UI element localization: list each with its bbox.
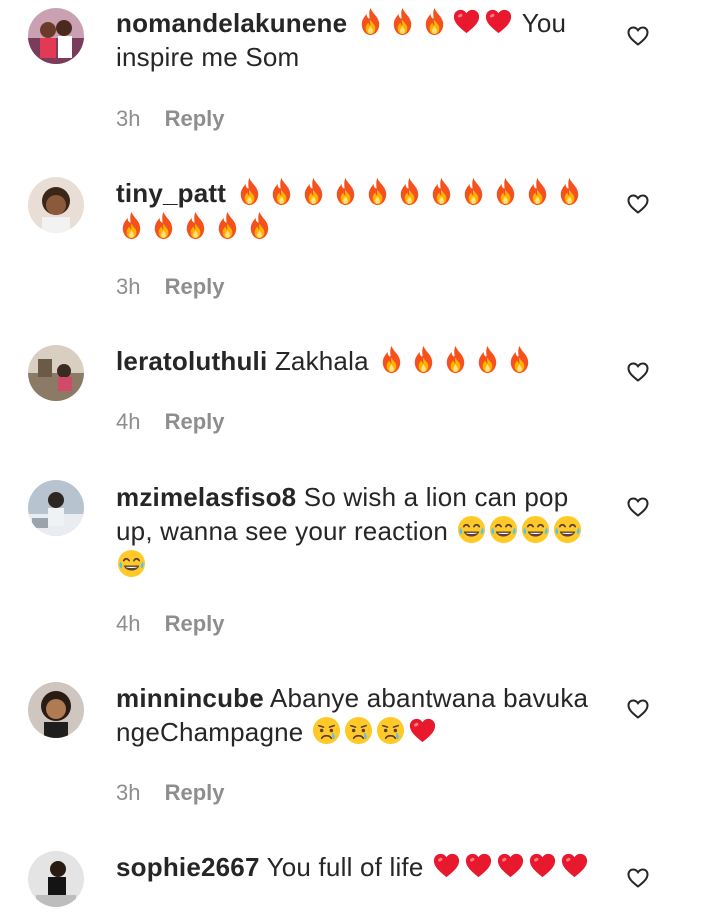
fire-emoji-icon (116, 210, 147, 241)
heart-emoji-icon (463, 850, 494, 881)
heart-emoji-icon (451, 6, 482, 37)
heart-outline-icon[interactable] (626, 24, 650, 48)
avatar[interactable] (28, 8, 84, 64)
reply-button[interactable]: Reply (165, 106, 225, 131)
comment-time: 4h (116, 409, 141, 434)
heart-outline-icon[interactable] (626, 697, 650, 721)
comment-username[interactable]: sophie2667 (116, 852, 260, 882)
avatar[interactable] (28, 682, 84, 738)
fire-emoji-icon (180, 210, 211, 241)
comment-body: mzimelasfiso8 So wish a lion can pop up,… (116, 480, 596, 582)
fire-emoji-icon (330, 176, 361, 207)
comment-body: leratoluthuli Zakhala (116, 344, 596, 378)
fire-emoji-icon (408, 344, 439, 375)
comment-meta: 3h Reply (116, 780, 225, 806)
comment-time: 3h (116, 274, 141, 299)
laugh-emoji-icon (456, 514, 487, 545)
avatar[interactable] (28, 480, 84, 536)
laugh-emoji-icon (552, 514, 583, 545)
comment-username[interactable]: minnincube (116, 683, 264, 713)
fire-emoji-icon (490, 176, 521, 207)
fire-emoji-icon (298, 176, 329, 207)
reply-button[interactable]: Reply (165, 409, 225, 434)
comment-time: 3h (116, 106, 141, 131)
fire-emoji-icon (440, 344, 471, 375)
heart-outline-icon[interactable] (626, 360, 650, 384)
comment-body: sophie2667 You full of life (116, 850, 596, 884)
comment-meta: 4h Reply (116, 409, 225, 435)
comment-username[interactable]: mzimelasfiso8 (116, 482, 296, 512)
cry-emoji-icon (375, 715, 406, 746)
comment-username[interactable]: leratoluthuli (116, 346, 267, 376)
comment-emojis (355, 6, 515, 38)
comment-body: minnincube Abanye abantwana bavuka ngeCh… (116, 681, 596, 749)
comment-meta: 3h Reply (116, 274, 225, 300)
heart-outline-icon[interactable] (626, 866, 650, 890)
fire-emoji-icon (244, 210, 275, 241)
fire-emoji-icon (458, 176, 489, 207)
comment-username[interactable]: tiny_patt (116, 178, 226, 208)
fire-emoji-icon (212, 210, 243, 241)
laugh-emoji-icon (116, 548, 147, 579)
comment-time: 3h (116, 780, 141, 805)
cry-emoji-icon (343, 715, 374, 746)
heart-outline-icon[interactable] (626, 192, 650, 216)
comment-body: tiny_patt (116, 176, 596, 244)
fire-emoji-icon (355, 6, 386, 37)
fire-emoji-icon (376, 344, 407, 375)
heart-outline-icon[interactable] (626, 495, 650, 519)
avatar[interactable] (28, 345, 84, 401)
heart-emoji-icon (431, 850, 462, 881)
laugh-emoji-icon (520, 514, 551, 545)
avatar[interactable] (28, 851, 84, 907)
fire-emoji-icon (554, 176, 585, 207)
fire-emoji-icon (394, 176, 425, 207)
reply-button[interactable]: Reply (165, 274, 225, 299)
reply-button[interactable]: Reply (165, 780, 225, 805)
comment-text: Zakhala (274, 346, 369, 376)
laugh-emoji-icon (488, 514, 519, 545)
heart-emoji-icon (483, 6, 514, 37)
fire-emoji-icon (148, 210, 179, 241)
heart-emoji-icon (527, 850, 558, 881)
fire-emoji-icon (472, 344, 503, 375)
comment-username[interactable]: nomandelakunene (116, 8, 347, 38)
heart-emoji-icon (495, 850, 526, 881)
avatar[interactable] (28, 177, 84, 233)
fire-emoji-icon (504, 344, 535, 375)
fire-emoji-icon (387, 6, 418, 37)
comment-emojis (376, 344, 536, 376)
comment-time: 4h (116, 611, 141, 636)
fire-emoji-icon (426, 176, 457, 207)
comment-emojis (431, 852, 591, 882)
fire-emoji-icon (419, 6, 450, 37)
comment-body: nomandelakunene You inspire me Som (116, 6, 596, 74)
fire-emoji-icon (234, 176, 265, 207)
fire-emoji-icon (522, 176, 553, 207)
comment-emojis (311, 715, 439, 747)
fire-emoji-icon (362, 176, 393, 207)
comment-meta: 4h Reply (116, 611, 225, 637)
comment-text: You full of life (266, 852, 424, 882)
cry-emoji-icon (311, 715, 342, 746)
heart-emoji-icon (559, 850, 590, 881)
comment-meta: 3h Reply (116, 106, 225, 132)
reply-button[interactable]: Reply (165, 611, 225, 636)
heart-emoji-icon (407, 715, 438, 746)
fire-emoji-icon (266, 176, 297, 207)
